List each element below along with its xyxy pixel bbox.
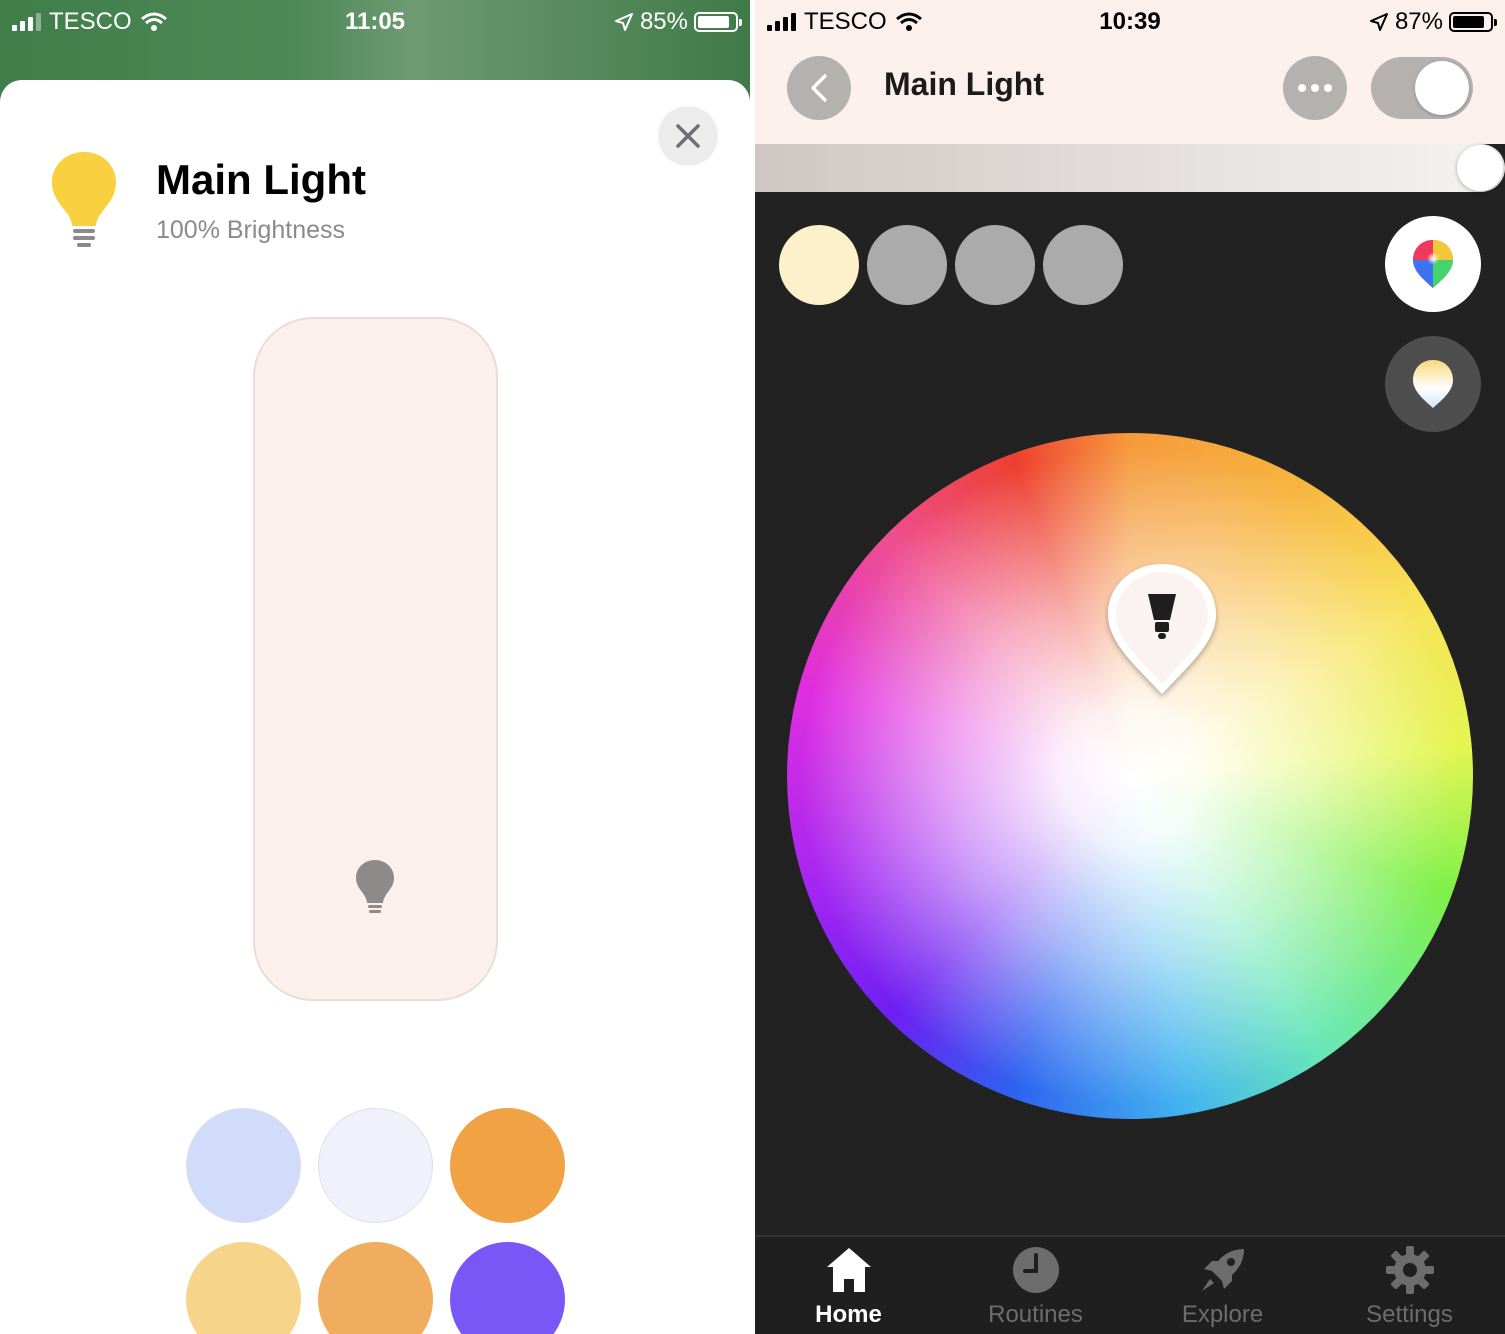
status-right: 85% — [614, 8, 742, 36]
location-arrow-icon — [1369, 13, 1388, 31]
back-button[interactable] — [787, 56, 851, 120]
color-swatch-soft-white[interactable] — [318, 1108, 433, 1223]
home-app-screen: TESCO 11:05 85% Main Light 100% Brightne… — [0, 0, 750, 1334]
tab-explore[interactable]: Explore — [1129, 1237, 1316, 1334]
accessory-sheet: Main Light 100% Brightness — [0, 80, 750, 1334]
color-swatch-light-orange[interactable] — [318, 1242, 433, 1334]
close-button[interactable] — [658, 106, 718, 166]
tab-label: Explore — [1181, 1301, 1264, 1328]
scene-preset-4[interactable] — [1043, 225, 1123, 305]
accessory-title: Main Light — [156, 156, 366, 203]
brightness-status: 100% Brightness — [156, 216, 346, 244]
color-swatch-warm-yellow[interactable] — [186, 1242, 301, 1334]
gear-icon — [1385, 1246, 1434, 1294]
battery-percent: 85% — [639, 8, 688, 35]
chevron-left-icon — [811, 74, 827, 102]
location-arrow-icon — [614, 13, 633, 31]
brightness-slider[interactable] — [253, 317, 498, 1001]
color-swatch-orange[interactable] — [450, 1108, 565, 1223]
brightness-slider[interactable] — [755, 144, 1505, 192]
white-mode-button[interactable] — [1385, 336, 1481, 432]
bulb-icon — [356, 860, 394, 913]
color-picker-icon — [1413, 240, 1453, 288]
tab-home[interactable]: Home — [755, 1237, 942, 1334]
clock-icon — [1012, 1247, 1059, 1293]
scene-preset-3[interactable] — [955, 225, 1035, 305]
battery-icon — [694, 12, 742, 32]
scene-preset-2[interactable] — [867, 225, 947, 305]
more-options-button[interactable] — [1283, 56, 1347, 120]
close-icon — [676, 124, 700, 148]
tab-label: Settings — [1366, 1301, 1453, 1328]
white-temperature-icon — [1413, 360, 1453, 408]
light-position-marker[interactable] — [1104, 560, 1220, 700]
battery-percent: 87% — [1394, 8, 1443, 35]
rocket-icon — [1201, 1249, 1244, 1291]
hue-app-screen: TESCO 10:39 87% Main Light Home Routines… — [755, 0, 1505, 1334]
tab-settings[interactable]: Settings — [1316, 1237, 1503, 1334]
battery-icon — [1449, 12, 1497, 32]
lightbulb-icon — [52, 152, 116, 247]
tab-label: Home — [815, 1301, 882, 1328]
tab-bar: Home Routines Explore Settings — [755, 1235, 1505, 1334]
status-bar: TESCO 11:05 85% — [0, 0, 750, 42]
light-title: Main Light — [884, 66, 1044, 102]
status-bar: TESCO 10:39 87% — [755, 0, 1505, 42]
tab-label: Routines — [988, 1301, 1083, 1328]
brightness-thumb[interactable] — [1457, 145, 1503, 191]
status-right: 87% — [1369, 8, 1497, 36]
power-toggle[interactable] — [1371, 57, 1473, 119]
color-wheel[interactable] — [787, 433, 1473, 1119]
color-swatch-purple[interactable] — [450, 1242, 565, 1334]
color-mode-button[interactable] — [1385, 216, 1481, 312]
hue-header: TESCO 10:39 87% Main Light — [755, 0, 1505, 144]
scene-preset-1[interactable] — [779, 225, 859, 305]
color-swatch-cool-blue[interactable] — [186, 1108, 301, 1223]
toggle-knob — [1415, 61, 1469, 115]
home-icon — [826, 1248, 871, 1292]
tab-routines[interactable]: Routines — [942, 1237, 1129, 1334]
